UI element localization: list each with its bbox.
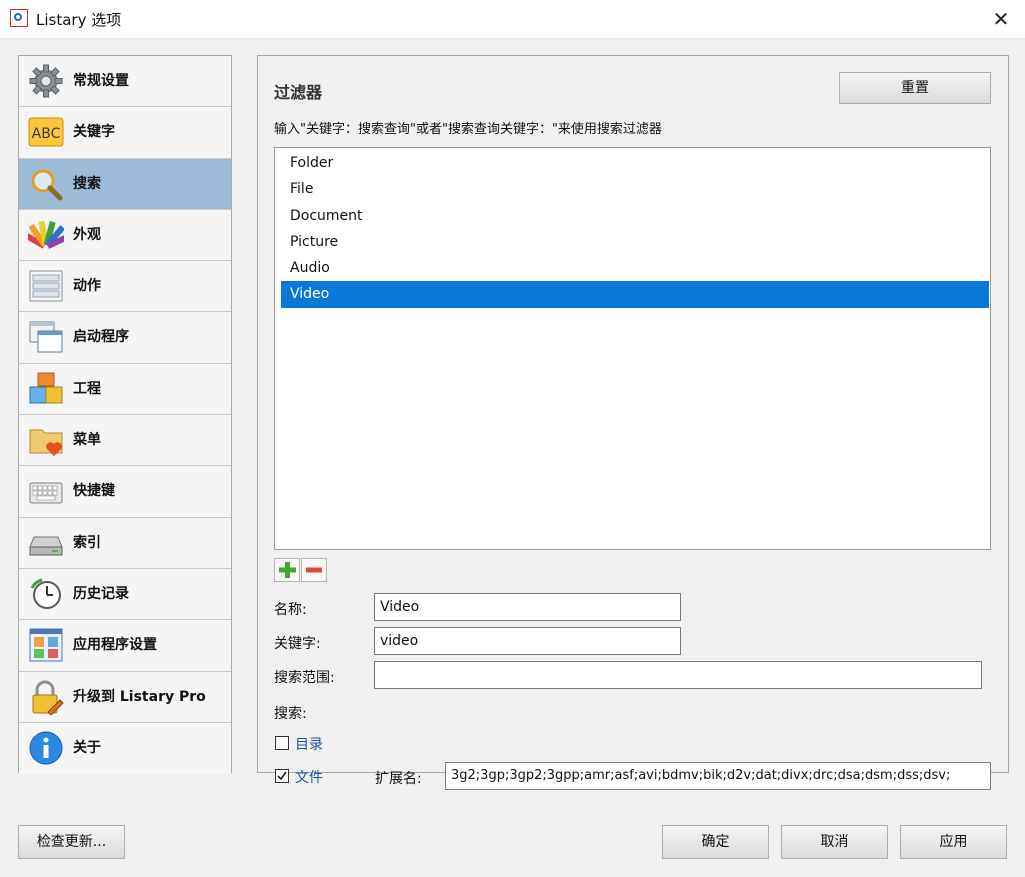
sidebar-item-label: 应用程序设置	[73, 637, 157, 654]
list-item[interactable]: Picture	[281, 229, 989, 255]
sidebar-item-label: 启动程序	[73, 329, 129, 346]
filter-hint: 输入"关键字：搜索查询"或者"搜索查询关键字："来使用搜索过滤器	[274, 122, 662, 137]
sidebar-item-label: 搜索	[73, 175, 101, 192]
drive-icon	[27, 525, 65, 561]
magnifier-icon	[27, 166, 65, 202]
sidebar-item-about[interactable]: 关于	[19, 722, 231, 775]
keyboard-icon	[27, 473, 65, 509]
abc-icon: ABC	[27, 114, 65, 150]
actions-list-icon	[27, 268, 65, 304]
sidebar-item-label: 动作	[73, 278, 101, 295]
check-update-button[interactable]: 检查更新...	[18, 825, 125, 859]
scope-label: 搜索范围:	[274, 670, 335, 686]
extension-label: 扩展名:	[375, 771, 422, 787]
sidebar-item-hotkeys[interactable]: 快捷键	[19, 466, 231, 518]
windows-icon	[27, 319, 65, 355]
sidebar-item-label: 外观	[73, 226, 101, 243]
section-title: 过滤器	[274, 83, 323, 102]
file-label[interactable]: 文件	[295, 767, 323, 787]
remove-filter-button[interactable]	[301, 558, 327, 582]
sidebar-item-label: 索引	[73, 534, 101, 551]
blocks-icon	[27, 371, 65, 407]
sidebar-item-menu[interactable]: 菜单	[19, 415, 231, 467]
minus-icon	[306, 567, 322, 573]
title-bar: Listary 选项 ✕	[0, 0, 1025, 39]
extension-field[interactable]: 3g2;3gp;3gp2;3gpp;amr;asf;avi;bdmv;bik;d…	[445, 762, 991, 790]
sidebar-item-label: 快捷键	[73, 483, 115, 500]
directory-label[interactable]: 目录	[295, 734, 323, 754]
palette-icon	[27, 217, 65, 253]
file-checkbox[interactable]	[275, 769, 289, 783]
listary-app-icon	[10, 9, 28, 27]
app-grid-icon	[27, 627, 65, 663]
cancel-button[interactable]: 取消	[781, 825, 888, 859]
gear-icon	[27, 63, 65, 99]
list-item[interactable]: File	[281, 176, 989, 202]
window-title: Listary 选项	[36, 11, 122, 29]
checkmark-icon	[277, 771, 287, 781]
plus-icon	[279, 562, 296, 578]
sidebar-item-keywords[interactable]: ABC 关键字	[19, 107, 231, 159]
sidebar-item-upgrade[interactable]: 升级到 Listary Pro	[19, 671, 231, 723]
svg-text:ABC: ABC	[32, 126, 61, 142]
name-field[interactable]: Video	[374, 593, 681, 621]
sidebar-item-label: 历史记录	[73, 585, 129, 602]
lock-pencil-icon	[27, 679, 65, 715]
info-icon	[27, 730, 65, 766]
list-item[interactable]: Folder	[281, 150, 989, 176]
sidebar-item-project[interactable]: 工程	[19, 363, 231, 416]
apply-button[interactable]: 应用	[900, 825, 1007, 859]
sidebar-item-launcher[interactable]: 启动程序	[19, 312, 231, 364]
add-filter-button[interactable]	[274, 558, 300, 582]
sidebar: 常规设置 ABC 关键字 搜索 外观 动作 启动程序 工程 菜单 快捷键 索引 …	[18, 55, 232, 775]
ok-button[interactable]: 确定	[662, 825, 769, 859]
filter-list[interactable]: Folder File Document Picture Audio Video	[274, 147, 991, 550]
sidebar-item-index[interactable]: 索引	[19, 517, 231, 569]
sidebar-item-general[interactable]: 常规设置	[19, 56, 231, 108]
sidebar-item-label: 升级到 Listary Pro	[73, 688, 206, 705]
search-type-label: 搜索:	[274, 706, 307, 722]
keyword-field[interactable]: video	[374, 627, 681, 655]
directory-checkbox[interactable]	[275, 736, 289, 750]
name-label: 名称:	[274, 602, 307, 618]
folder-heart-icon	[27, 422, 65, 458]
list-item[interactable]: Document	[281, 203, 989, 229]
sidebar-item-label: 常规设置	[73, 73, 129, 89]
sidebar-item-label: 工程	[73, 380, 101, 397]
sidebar-item-actions[interactable]: 动作	[19, 261, 231, 313]
sidebar-item-search[interactable]: 搜索	[19, 158, 231, 210]
sidebar-item-label: 关于	[73, 739, 101, 756]
sidebar-item-label: 关键字	[73, 124, 115, 141]
sidebar-item-history[interactable]: 历史记录	[19, 568, 231, 621]
scope-field[interactable]	[374, 661, 982, 689]
history-clock-icon	[27, 576, 65, 612]
sidebar-item-label: 菜单	[73, 432, 101, 449]
list-item[interactable]: Audio	[281, 255, 989, 281]
list-item[interactable]: Video	[281, 281, 989, 308]
close-button[interactable]: ✕	[987, 6, 1015, 32]
sidebar-item-appearance[interactable]: 外观	[19, 209, 231, 262]
keyword-label: 关键字:	[274, 636, 321, 652]
reset-button[interactable]: 重置	[839, 72, 991, 104]
sidebar-item-app-settings[interactable]: 应用程序设置	[19, 620, 231, 672]
